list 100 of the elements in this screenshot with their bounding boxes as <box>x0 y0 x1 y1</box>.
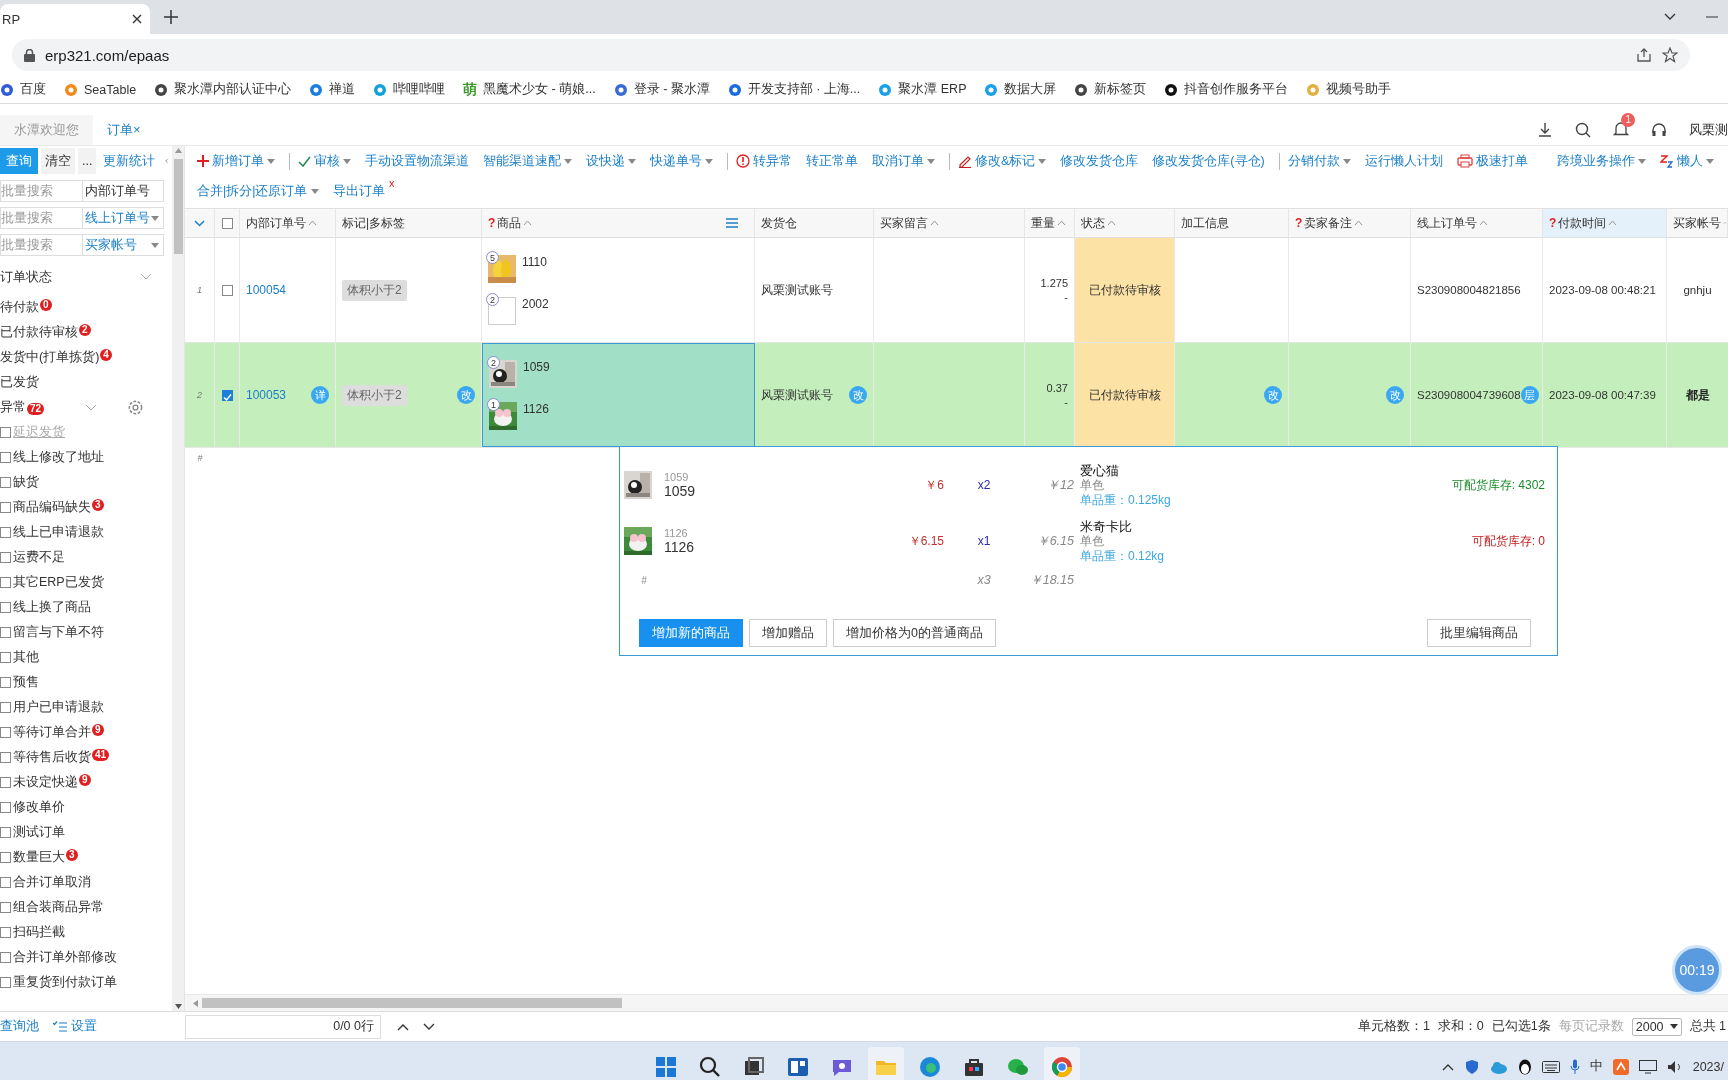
bookmark-link[interactable]: SeaTable <box>84 82 137 97</box>
bookmark-link[interactable]: 黑魔术少女 - 萌娘... <box>483 81 596 98</box>
checkbox[interactable] <box>0 752 11 763</box>
column-header[interactable]: 重量 <box>1031 214 1055 232</box>
toolbar-button[interactable]: 取消订单 <box>872 152 943 170</box>
exception-filter[interactable]: 等待订单合并 <box>13 724 91 741</box>
bookmark-icon[interactable] <box>1164 82 1179 97</box>
bookmark-link[interactable]: 开发支持部 · 上海... <box>747 81 861 98</box>
bookmark-link[interactable]: 视频号助手 <box>1326 81 1392 98</box>
help-mark[interactable]: ? <box>1549 216 1557 230</box>
toolbar-button[interactable]: 合并|拆分|还原订单 <box>197 182 327 200</box>
checkbox[interactable] <box>0 452 11 463</box>
exception-filter[interactable]: 重复货到付款订单 <box>13 974 117 991</box>
penguin-icon[interactable] <box>1517 1058 1532 1075</box>
popup-button[interactable]: 批里编辑商品 <box>1427 619 1531 647</box>
status-filter[interactable]: 异常 <box>0 399 26 416</box>
checkbox[interactable] <box>0 552 11 563</box>
toolbar-button[interactable]: 手动设置物流渠道 <box>365 152 477 170</box>
scroll-thumb[interactable] <box>173 159 183 254</box>
column-header[interactable]: 发货仓 <box>761 214 797 232</box>
popup-button[interactable]: 增加价格为0的普通商品 <box>833 619 996 647</box>
checkbox[interactable] <box>0 977 11 988</box>
new-tab-icon[interactable] <box>164 10 178 24</box>
field-dropdown[interactable]: 内部订单号 <box>82 180 164 202</box>
field-dropdown[interactable]: 线上订单号 <box>82 207 164 229</box>
browser-tab-title[interactable]: RP <box>2 11 21 27</box>
bookmark-link[interactable]: 聚水潭 ERP <box>898 81 967 98</box>
exception-filter[interactable]: 商品编码缺失 <box>13 499 91 516</box>
status-filter[interactable]: 已发货 <box>0 374 39 391</box>
page-size-select[interactable]: 2000 <box>1631 1017 1682 1036</box>
section-title[interactable]: 订单状态 <box>0 268 52 286</box>
toolbar-button[interactable]: 懒人 <box>1660 152 1722 170</box>
microphone-icon[interactable] <box>1569 1058 1580 1075</box>
chevron-icon[interactable] <box>1441 1062 1454 1071</box>
scrollbar[interactable] <box>172 146 184 1011</box>
search-icon[interactable] <box>1575 122 1591 138</box>
bookmark-link[interactable]: 登录 - 聚水潭 <box>633 81 710 98</box>
column-header[interactable]: 线上订单号 <box>1417 214 1477 232</box>
clock[interactable]: 2023/ <box>1692 1059 1724 1074</box>
column-header[interactable]: 状态 <box>1081 214 1105 232</box>
toolbar-button[interactable]: 设快递 <box>586 152 644 170</box>
status-filter[interactable]: 已付款待审核 <box>0 324 78 341</box>
sidebar-button[interactable]: ... <box>78 148 97 174</box>
checkbox[interactable] <box>0 777 11 788</box>
bookmark-icon[interactable] <box>1074 82 1089 97</box>
cloud-icon[interactable] <box>1489 1059 1508 1074</box>
exception-filter[interactable]: 等待售后收货 <box>13 749 91 766</box>
bookmark-link[interactable]: 百度 <box>20 81 46 98</box>
toolbar-button[interactable]: 智能渠道速配 <box>483 152 580 170</box>
menu-icon[interactable] <box>726 218 738 228</box>
settings-icon[interactable] <box>127 399 144 416</box>
speaker-icon[interactable] <box>1666 1059 1683 1074</box>
toolbar-button[interactable]: 转异常 <box>727 152 800 170</box>
toolbar-button[interactable]: 运行懒人计划 <box>1364 152 1451 170</box>
column-header[interactable]: 买家帐号 <box>1673 214 1721 232</box>
checkbox[interactable] <box>0 927 11 938</box>
exception-filter[interactable]: 合并订单外部修改 <box>13 949 117 966</box>
column-header[interactable]: 标记|多标签 <box>342 214 406 232</box>
sidebar-button[interactable]: 更新统计 <box>99 148 160 174</box>
bookmark-link[interactable]: 新标签页 <box>1094 81 1147 98</box>
exception-filter[interactable]: 留言与下单不符 <box>13 624 104 641</box>
start-icon[interactable] <box>654 1054 678 1079</box>
bookmark-link[interactable]: 抖音创作服务平台 <box>1184 81 1289 98</box>
toolbar-button[interactable]: 审核 <box>289 152 359 170</box>
column-header[interactable]: 付款时间 <box>1558 214 1607 232</box>
checkbox[interactable] <box>0 602 11 613</box>
column-header[interactable]: 商品 <box>497 214 522 232</box>
column-header[interactable]: 买家留言 <box>880 214 928 232</box>
bookmark-link[interactable]: 禅道 <box>329 81 356 98</box>
sort-icon[interactable] <box>1354 220 1364 226</box>
status-filter[interactable]: 发货中(打单拣货) <box>0 349 100 366</box>
share-icon[interactable] <box>1636 47 1652 63</box>
input-method[interactable]: 中 <box>1589 1058 1603 1075</box>
monitor-icon[interactable] <box>1638 1059 1657 1074</box>
toolbar-button[interactable]: 快递单号 <box>650 152 721 170</box>
checkbox[interactable] <box>0 952 11 963</box>
exception-filter[interactable]: 线上已申请退款 <box>13 524 104 541</box>
exception-filter[interactable]: 组合装商品异常 <box>13 899 104 916</box>
batch-search-field[interactable]: 批量搜索 <box>0 180 82 202</box>
up-icon[interactable] <box>397 1022 409 1031</box>
checkbox[interactable] <box>0 627 11 638</box>
exception-filter[interactable]: 其他 <box>13 649 39 666</box>
bookmark-link[interactable]: 哔哩哔哩 <box>393 81 446 98</box>
app-icon[interactable] <box>1612 1058 1629 1075</box>
exception-filter[interactable]: 修改单价 <box>13 799 65 816</box>
exception-filter[interactable]: 线上换了商品 <box>13 599 91 616</box>
settings-link[interactable]: 设置 <box>53 1018 97 1035</box>
exception-filter[interactable]: 合并订单取消 <box>13 874 91 891</box>
exception-filter[interactable]: 运费不足 <box>13 549 65 566</box>
checkbox[interactable] <box>0 802 11 813</box>
checkbox[interactable] <box>0 877 11 888</box>
sidebar-button[interactable]: 清空 <box>41 148 75 174</box>
toolbar-button[interactable]: 跨境业务操作 <box>1557 152 1654 170</box>
order-link[interactable]: 100054 <box>246 283 287 297</box>
help-mark[interactable]: ? <box>488 216 496 230</box>
scroll-arrow-icon[interactable] <box>174 1004 182 1009</box>
toolbar-button[interactable]: 导出订单 x <box>332 182 393 200</box>
scroll-thumb[interactable] <box>202 998 622 1008</box>
bookmark-icon[interactable] <box>154 82 169 97</box>
keyboard-icon[interactable] <box>1541 1060 1560 1073</box>
